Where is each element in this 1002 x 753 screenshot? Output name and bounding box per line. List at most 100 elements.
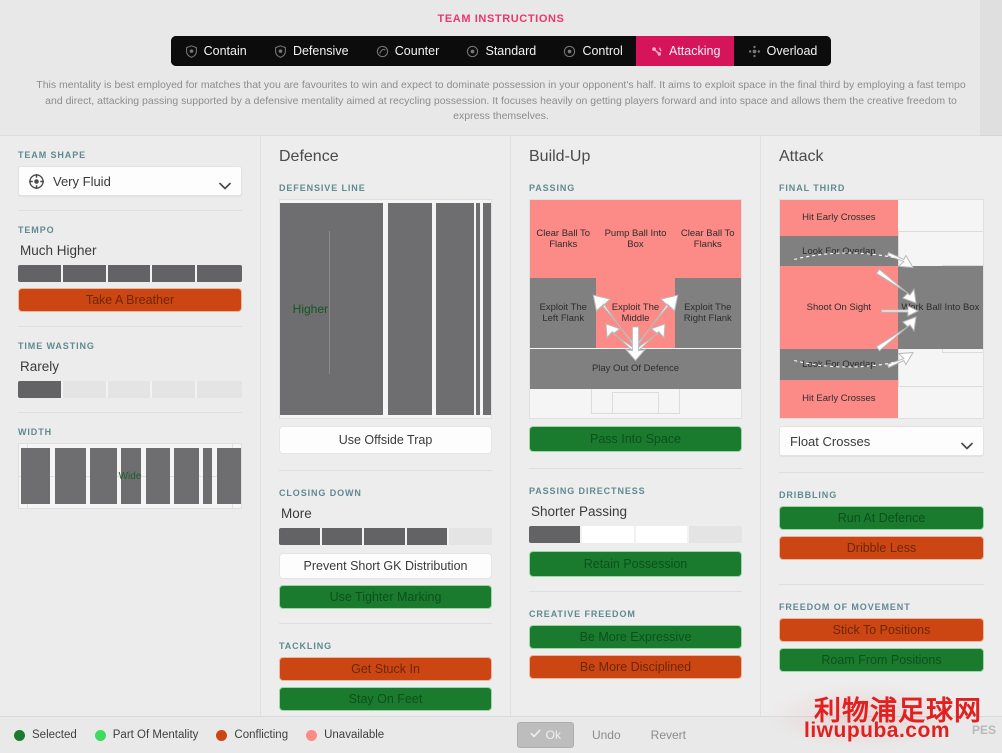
attacking-icon xyxy=(650,45,663,58)
closing-down-segment[interactable] xyxy=(364,528,407,545)
time-wasting-segment[interactable] xyxy=(152,381,198,398)
team-shape-value: Very Fluid xyxy=(53,173,111,189)
defensive-line-pitch-widget[interactable]: Higher xyxy=(279,199,492,419)
final-third-zone-label: Shoot On Sight xyxy=(806,302,872,314)
dribble-less-button[interactable]: Dribble Less xyxy=(779,536,984,560)
team-shape-select[interactable]: Very Fluid xyxy=(18,166,242,196)
closing-down-slider[interactable] xyxy=(279,528,492,545)
retain-possession-button[interactable]: Retain Possession xyxy=(529,551,742,577)
width-value: Wide xyxy=(118,470,142,482)
mentality-description: This mentality is best employed for matc… xyxy=(36,79,966,122)
passing-directness-segment[interactable] xyxy=(635,526,689,543)
defensive-line-bar[interactable] xyxy=(482,203,491,415)
final-third-zone[interactable]: Look For Overlap xyxy=(780,349,898,380)
creative-freedom-label: CREATIVE FREEDOM xyxy=(529,609,636,619)
mentality-tab-label: Counter xyxy=(394,44,440,58)
final-third-zone[interactable]: Hit Early Crosses xyxy=(780,379,898,418)
passing-pitch-widget[interactable]: Clear Ball To Flanks Pump Ball Into Box Cl… xyxy=(529,199,742,419)
use-offside-trap-button[interactable]: Use Offside Trap xyxy=(279,426,492,454)
take-a-breather-button[interactable]: Take A Breather xyxy=(18,288,242,312)
passing-zone[interactable]: Exploit The Left Flank xyxy=(530,278,597,349)
mentality-tab-standard[interactable]: Standard xyxy=(452,36,550,66)
closing-down-segment[interactable] xyxy=(279,528,322,545)
chevron-down-icon xyxy=(219,177,231,190)
mentality-tab-attacking[interactable]: Attacking xyxy=(636,36,735,66)
pass-into-space-button[interactable]: Pass Into Space xyxy=(529,426,742,452)
divider xyxy=(18,412,242,413)
defence-title: Defence xyxy=(279,148,339,165)
closing-down-value: More xyxy=(281,506,312,521)
final-third-zone[interactable]: Look For Overlap xyxy=(780,235,898,267)
ok-button[interactable]: Ok xyxy=(516,722,574,748)
undo-button[interactable]: Undo xyxy=(580,722,633,748)
get-stuck-in-button[interactable]: Get Stuck In xyxy=(279,657,492,681)
mentality-tab-defensive[interactable]: Defensive xyxy=(260,36,363,66)
run-at-defence-button[interactable]: Run At Defence xyxy=(779,506,984,530)
final-third-zone[interactable]: Work Ball Into Box xyxy=(897,266,983,350)
divider xyxy=(779,584,984,585)
mentality-tab-bar[interactable]: Contain Defensive Counter Standard Control At… xyxy=(171,36,831,66)
passing-zone[interactable]: Exploit The Right Flank xyxy=(674,278,741,349)
passing-zone[interactable]: Clear Ball To Flanks xyxy=(530,200,597,279)
time-wasting-slider[interactable] xyxy=(18,381,242,398)
mentality-tab-counter[interactable]: Counter xyxy=(362,36,453,66)
passing-directness-segment[interactable] xyxy=(529,526,583,543)
time-wasting-segment[interactable] xyxy=(197,381,242,398)
closing-down-segment[interactable] xyxy=(449,528,492,545)
stay-on-feet-button[interactable]: Stay On Feet xyxy=(279,687,492,711)
crosses-select[interactable]: Float Crosses xyxy=(779,426,984,456)
passing-zone[interactable]: Clear Ball To Flanks xyxy=(674,200,741,279)
be-more-disciplined-button[interactable]: Be More Disciplined xyxy=(529,655,742,679)
mentality-tab-label: Overload xyxy=(766,44,818,58)
final-third-zone-label: Hit Early Crosses xyxy=(802,393,876,405)
be-more-expressive-button[interactable]: Be More Expressive xyxy=(529,625,742,649)
time-wasting-segment[interactable] xyxy=(18,381,63,398)
legend-label: Selected xyxy=(32,729,77,741)
passing-directness-segment[interactable] xyxy=(582,526,636,543)
buildup-title: Build-Up xyxy=(529,148,591,165)
roam-from-positions-button[interactable]: Roam From Positions xyxy=(779,648,984,672)
tempo-slider[interactable] xyxy=(18,265,242,282)
tempo-segment[interactable] xyxy=(18,265,63,282)
divider xyxy=(18,210,242,211)
defensive-line-label: DEFENSIVE LINE xyxy=(279,183,366,193)
time-wasting-value: Rarely xyxy=(20,359,60,374)
time-wasting-segment[interactable] xyxy=(107,381,153,398)
passing-zone-label: Exploit The Right Flank xyxy=(683,302,732,325)
target-icon xyxy=(466,45,479,58)
closing-down-segment[interactable] xyxy=(321,528,365,545)
mentality-tab-overload[interactable]: Overload xyxy=(734,36,831,66)
tempo-segment[interactable] xyxy=(197,265,242,282)
tempo-segment[interactable] xyxy=(62,265,108,282)
tempo-segment[interactable] xyxy=(107,265,153,282)
time-wasting-label: TIME WASTING xyxy=(18,341,95,351)
width-pitch-widget[interactable]: Wide xyxy=(18,443,242,509)
passing-zone-label: Exploit The Middle xyxy=(611,302,660,325)
mentality-tab-control[interactable]: Control xyxy=(549,36,637,66)
closing-down-segment[interactable] xyxy=(406,528,450,545)
defensive-line-bar[interactable] xyxy=(436,203,475,415)
team-shape-label: TEAM SHAPE xyxy=(18,150,87,160)
mentality-tab-label: Control xyxy=(582,44,623,58)
passing-zone[interactable]: Pump Ball Into Box xyxy=(596,200,675,279)
prevent-short-gk-distribution-button[interactable]: Prevent Short GK Distribution xyxy=(279,553,492,579)
mentality-tab-contain[interactable]: Contain xyxy=(171,36,261,66)
defensive-line-bar[interactable] xyxy=(387,203,432,415)
final-third-zone[interactable]: Shoot On Sight xyxy=(780,266,898,350)
passing-directness-slider[interactable] xyxy=(529,526,742,543)
footer: Selected Part Of Mentality Conflicting Unav… xyxy=(0,716,1002,753)
passing-directness-segment[interactable] xyxy=(688,526,742,543)
defensive-line-bar[interactable] xyxy=(476,203,481,415)
footer-actions[interactable]: Ok Undo Revert xyxy=(516,722,988,748)
tempo-segment[interactable] xyxy=(152,265,198,282)
legend-label: Part Of Mentality xyxy=(112,729,199,741)
final-third-pitch-widget[interactable]: Hit Early Crosses Look For Overlap Shoot O… xyxy=(779,199,984,419)
stick-to-positions-button[interactable]: Stick To Positions xyxy=(779,618,984,642)
time-wasting-segment[interactable] xyxy=(62,381,108,398)
use-tighter-marking-button[interactable]: Use Tighter Marking xyxy=(279,585,492,609)
final-third-zone[interactable]: Hit Early Crosses xyxy=(780,200,898,236)
passing-zone[interactable]: Play Out Of Defence xyxy=(530,349,741,389)
revert-button[interactable]: Revert xyxy=(639,722,698,748)
passing-zone-label: Exploit The Left Flank xyxy=(539,302,587,325)
passing-zone[interactable]: Exploit The Middle xyxy=(596,278,675,349)
